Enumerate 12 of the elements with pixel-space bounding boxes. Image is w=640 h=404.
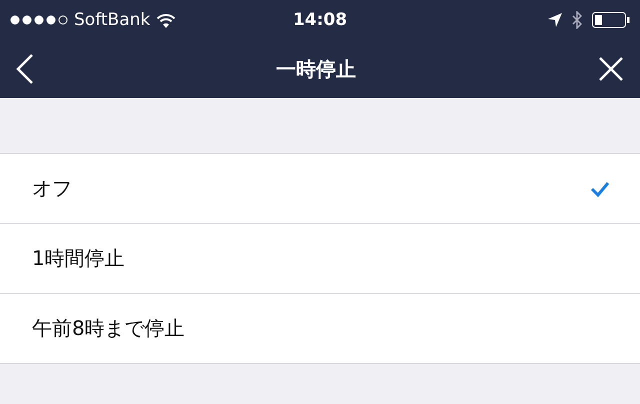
location-arrow-icon [548,13,562,27]
signal-icon [10,15,68,25]
checkmark-icon [590,180,610,196]
carrier-name: SoftBank [74,10,150,30]
option-label: 1時間停止 [32,245,125,272]
option-label: 午前8時まで停止 [32,315,185,342]
clock-time: 14:08 [292,10,348,30]
wifi-icon [156,12,176,28]
battery-icon [592,12,630,28]
option-label: オフ [32,175,72,202]
page-title: 一時停止 [276,56,356,82]
bluetooth-icon [572,11,582,29]
